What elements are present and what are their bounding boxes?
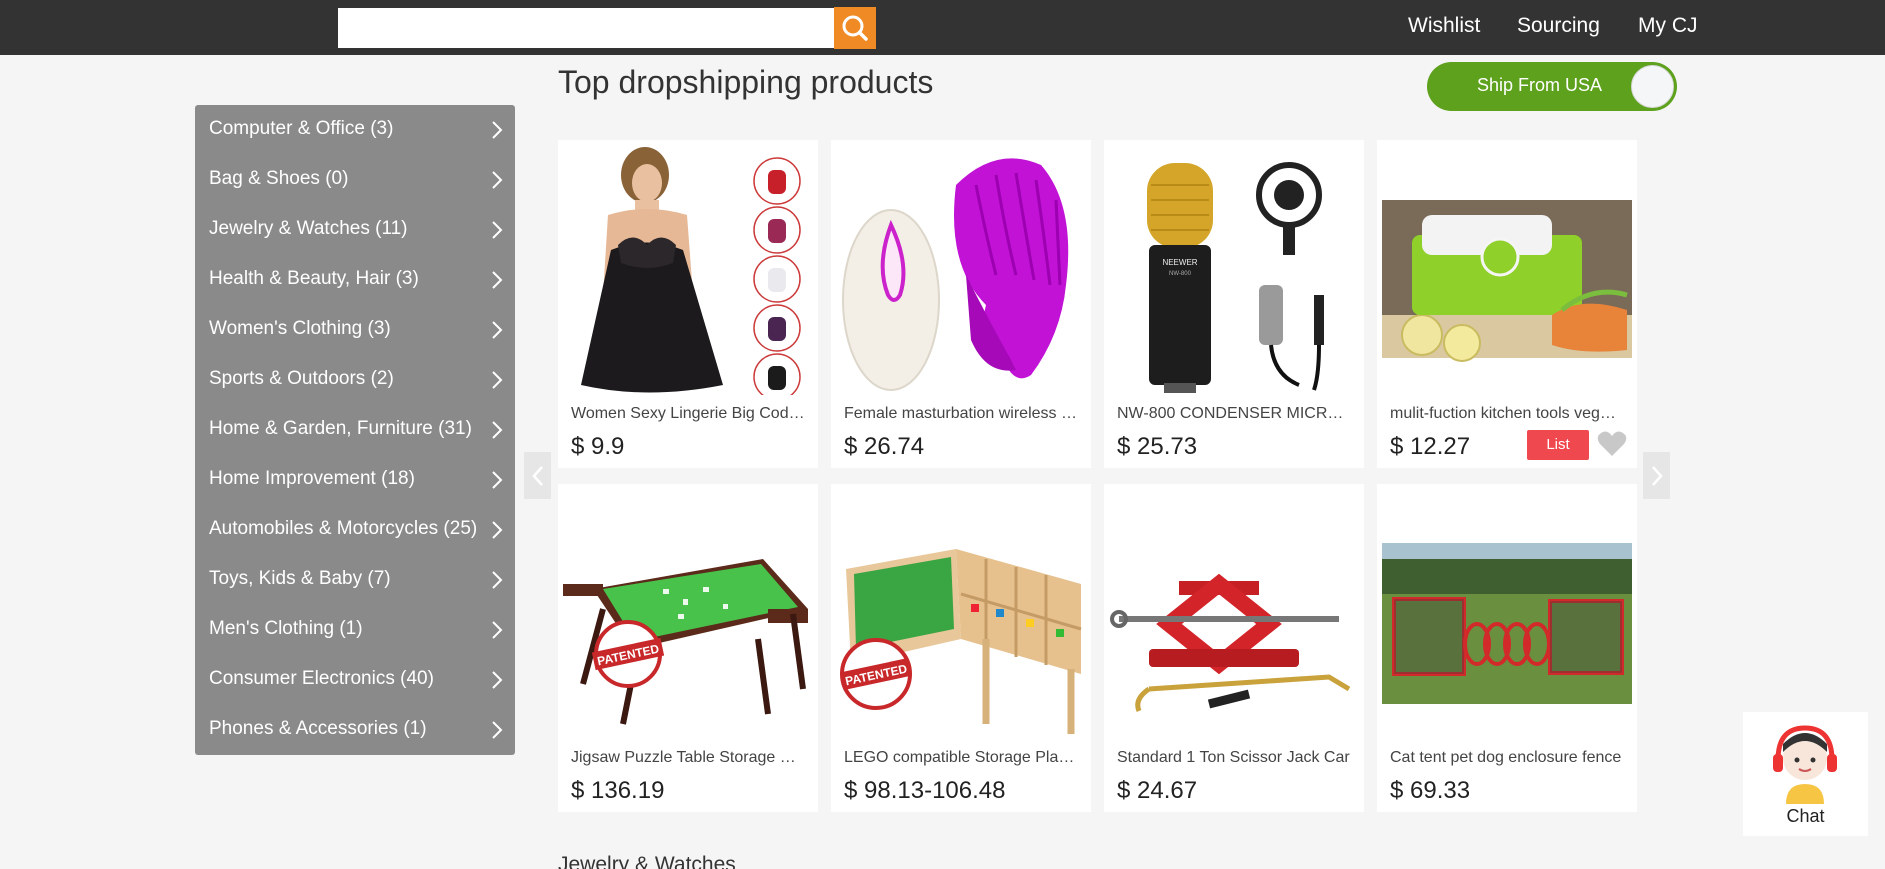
heart-icon[interactable] — [1597, 430, 1627, 458]
chevron-right-icon — [1651, 465, 1663, 486]
product-image-massager — [836, 145, 1086, 395]
product-price: $ 24.67 — [1117, 777, 1198, 804]
chevron-right-icon — [492, 471, 503, 489]
category-label: Toys, Kids & Baby (7) — [209, 568, 391, 589]
search-input[interactable] — [338, 8, 834, 48]
category-label: Men's Clothing (1) — [209, 618, 363, 639]
chat-label: Chat — [1786, 806, 1825, 826]
chevron-right-icon — [492, 621, 503, 639]
category-item-home-garden[interactable]: Home & Garden, Furniture (31) — [195, 405, 515, 455]
chat-widget[interactable]: Chat — [1743, 712, 1868, 836]
category-item-consumer-electronics[interactable]: Consumer Electronics (40) — [195, 655, 515, 705]
category-item-computer-office[interactable]: Computer & Office (3) — [195, 105, 515, 155]
carousel-next-button[interactable] — [1643, 452, 1670, 499]
svg-text:NW-800: NW-800 — [1169, 271, 1192, 277]
product-card[interactable]: Standard 1 Ton Scissor Jack Car $ 24.67 — [1104, 484, 1364, 812]
product-image-lingerie — [563, 145, 813, 395]
top-bar: Wishlist Sourcing My CJ — [0, 0, 1885, 55]
category-label: Phones & Accessories (1) — [209, 718, 427, 739]
chevron-right-icon — [492, 721, 503, 739]
product-name: Women Sexy Lingerie Big Code Lace Nightd… — [571, 405, 805, 422]
list-button[interactable]: List — [1527, 430, 1589, 460]
product-card[interactable]: Female masturbation wireless massager $ … — [831, 140, 1091, 468]
section-title: Jewelry & Watches — [558, 853, 736, 869]
category-item-automobiles[interactable]: Automobiles & Motorcycles (25) — [195, 505, 515, 555]
product-name: LEGO compatible Storage Play Table — [844, 749, 1078, 766]
category-label: Home & Garden, Furniture (31) — [209, 418, 472, 439]
toggle-knob — [1631, 65, 1674, 108]
chevron-right-icon — [492, 171, 503, 189]
nav-sourcing[interactable]: Sourcing — [1517, 14, 1600, 38]
product-image-lego-table: PATENTED — [836, 489, 1086, 739]
product-name: Female masturbation wireless massager — [844, 405, 1078, 422]
chevron-right-icon — [492, 321, 503, 339]
product-card[interactable]: mulit-fuction kitchen tools vegetable cu… — [1377, 140, 1637, 468]
product-image-puzzle-table: PATENTED — [563, 489, 813, 739]
chevron-left-icon — [531, 465, 543, 486]
product-price: $ 136.19 — [571, 777, 665, 804]
product-image-cat-tent — [1382, 489, 1632, 739]
headset-agent-icon — [1773, 725, 1837, 804]
chevron-right-icon — [492, 421, 503, 439]
chevron-right-icon — [492, 371, 503, 389]
category-item-mens-clothing[interactable]: Men's Clothing (1) — [195, 605, 515, 655]
product-name: mulit-fuction kitchen tools vegetable cu… — [1390, 405, 1624, 422]
product-price: $ 26.74 — [844, 433, 925, 460]
category-sidebar: Computer & Office (3) Bag & Shoes (0) Je… — [195, 105, 515, 755]
search-button[interactable] — [834, 7, 876, 49]
category-label: Computer & Office (3) — [209, 118, 394, 139]
product-name: Cat tent pet dog enclosure fence — [1390, 749, 1622, 766]
category-item-sports-outdoors[interactable]: Sports & Outdoors (2) — [195, 355, 515, 405]
category-label: Women's Clothing (3) — [209, 318, 391, 339]
product-name: NW-800 CONDENSER MICROPHONE — [1117, 405, 1351, 422]
category-label: Bag & Shoes (0) — [209, 168, 349, 189]
category-label: Consumer Electronics (40) — [209, 668, 434, 689]
search-icon — [842, 15, 868, 41]
category-label: Health & Beauty, Hair (3) — [209, 268, 419, 289]
category-label: Home Improvement (18) — [209, 468, 415, 489]
category-item-toys-kids-baby[interactable]: Toys, Kids & Baby (7) — [195, 555, 515, 605]
product-price: $ 98.13-106.48 — [844, 777, 1006, 804]
category-item-womens-clothing[interactable]: Women's Clothing (3) — [195, 305, 515, 355]
ship-from-usa-toggle[interactable]: Ship From USA — [1427, 62, 1677, 111]
product-price: $ 9.9 — [571, 433, 625, 460]
product-image-microphone: NEEWER NW-800 — [1109, 145, 1359, 395]
nav-wishlist[interactable]: Wishlist — [1408, 14, 1480, 38]
svg-text:NEEWER: NEEWER — [1162, 258, 1197, 267]
product-image-scissor-jack — [1109, 489, 1359, 739]
product-image-kitchen-tool — [1382, 145, 1632, 395]
carousel-prev-button[interactable] — [524, 452, 551, 499]
product-card[interactable]: Women Sexy Lingerie Big Code Lace Nightd… — [558, 140, 818, 468]
product-card[interactable]: Cat tent pet dog enclosure fence $ 69.33 — [1377, 484, 1637, 812]
product-card[interactable]: PATENTED Jigsaw Puzzle Table Storage Fol… — [558, 484, 818, 812]
chevron-right-icon — [492, 221, 503, 239]
chevron-right-icon — [492, 271, 503, 289]
category-label: Jewelry & Watches (11) — [209, 218, 408, 239]
product-price: $ 25.73 — [1117, 433, 1198, 460]
product-name: Jigsaw Puzzle Table Storage Folding — [571, 749, 805, 766]
product-card[interactable]: PATENTED LEGO compatible Storage Play Ta… — [831, 484, 1091, 812]
category-item-jewelry-watches[interactable]: Jewelry & Watches (11) — [195, 205, 515, 255]
product-card[interactable]: NEEWER NW-800 NW-800 CONDENSER MICROPHON… — [1104, 140, 1364, 468]
category-label: Automobiles & Motorcycles (25) — [209, 518, 478, 539]
chevron-right-icon — [492, 571, 503, 589]
toggle-label: Ship From USA — [1477, 75, 1603, 95]
category-item-health-beauty[interactable]: Health & Beauty, Hair (3) — [195, 255, 515, 305]
category-item-phones-accessories[interactable]: Phones & Accessories (1) — [195, 705, 515, 755]
product-price: $ 12.27 — [1390, 433, 1471, 460]
nav-my-cj[interactable]: My CJ — [1638, 14, 1698, 38]
category-label: Sports & Outdoors (2) — [209, 368, 394, 389]
chevron-right-icon — [492, 521, 503, 539]
category-item-home-improvement[interactable]: Home Improvement (18) — [195, 455, 515, 505]
chevron-right-icon — [492, 121, 503, 139]
category-item-bag-shoes[interactable]: Bag & Shoes (0) — [195, 155, 515, 205]
page-title: Top dropshipping products — [558, 64, 934, 100]
product-price: $ 69.33 — [1390, 777, 1471, 804]
chevron-right-icon — [492, 671, 503, 689]
product-name: Standard 1 Ton Scissor Jack Car — [1117, 749, 1350, 766]
